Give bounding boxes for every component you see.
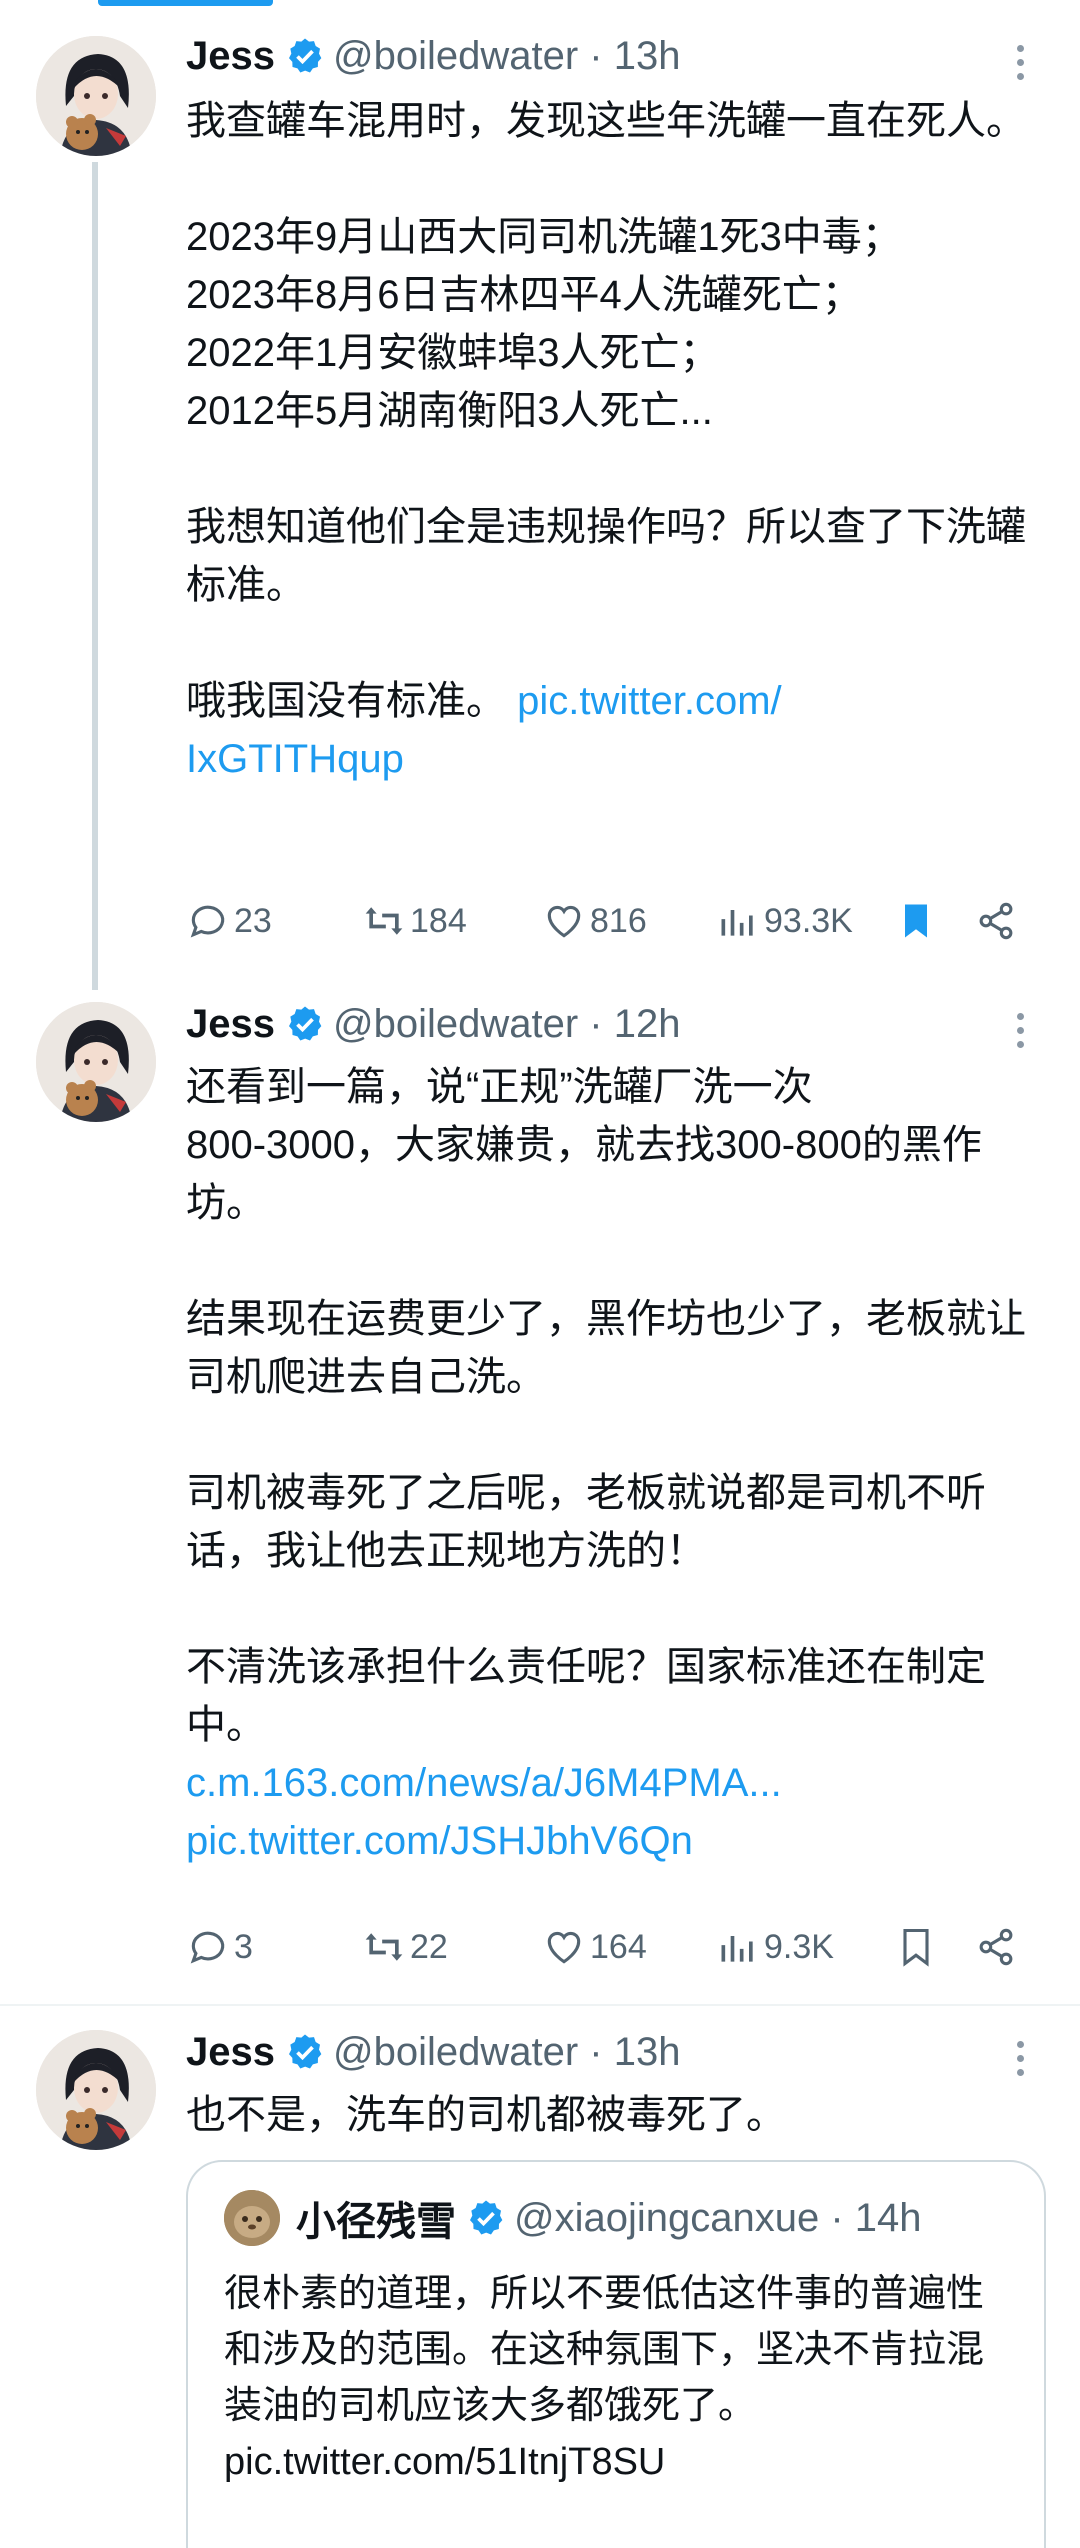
- like-count: 816: [590, 901, 647, 940]
- quoted-avatar: [224, 2190, 280, 2246]
- reply-button[interactable]: 3: [186, 1922, 253, 1972]
- tweet-divider: [0, 2004, 1080, 2006]
- verified-badge-icon: [288, 1006, 322, 1041]
- tweet-link[interactable]: pic.twitter.com/: [517, 679, 782, 723]
- share-button[interactable]: [974, 896, 1022, 946]
- quoted-author-name: 小径残雪: [296, 2200, 456, 2244]
- tweet-text: 我查罐车混用时，发现这些年洗罐一直在死人。 2023年9月山西大同司机洗罐1死3…: [186, 92, 1036, 788]
- quoted-tweet-header: 小径残雪 @xiaojingcanxue · 14h: [224, 2190, 922, 2246]
- retweet-button[interactable]: 22: [362, 1922, 448, 1972]
- author-name[interactable]: Jess: [186, 2030, 275, 2075]
- avatar[interactable]: [36, 2030, 156, 2150]
- reply-button[interactable]: 23: [186, 896, 272, 946]
- bookmark-icon: [905, 904, 927, 938]
- retweet-icon: [365, 1933, 403, 1961]
- retweet-button[interactable]: 184: [362, 896, 467, 946]
- views-icon: [721, 1936, 753, 1962]
- view-count: 9.3K: [764, 1927, 834, 1966]
- top-accent-bar: [98, 0, 273, 6]
- tweet-header: Jess @boiledwater · 13h: [186, 2022, 680, 2082]
- views-icon: [721, 910, 753, 936]
- tweet-actions: 23 184 816 93.3K: [186, 896, 1046, 946]
- author-name[interactable]: Jess: [186, 1002, 275, 1047]
- tweet-link[interactable]: IxGTITHqup: [186, 737, 404, 781]
- verified-badge-icon: [288, 38, 322, 73]
- retweet-count: 22: [410, 1927, 448, 1966]
- like-count: 164: [590, 1927, 647, 1966]
- share-icon: [979, 902, 1013, 940]
- quoted-author-handle-and-time: @xiaojingcanxue · 14h: [514, 2195, 922, 2240]
- views-button[interactable]: 9.3K: [716, 1922, 834, 1972]
- like-button[interactable]: 164: [542, 1922, 647, 1972]
- more-icon[interactable]: [1010, 45, 1030, 95]
- bookmark-button[interactable]: [894, 1922, 942, 1972]
- author-name[interactable]: Jess: [186, 34, 275, 79]
- views-button[interactable]: 93.3K: [716, 896, 853, 946]
- like-icon: [547, 905, 581, 938]
- reply-count: 23: [234, 901, 272, 940]
- tweet-text: 也不是，洗车的司机都被毒死了。: [186, 2086, 1036, 2144]
- tweet-text-content: 我查罐车混用时，发现这些年洗罐一直在死人。 2023年9月山西大同司机洗罐1死3…: [186, 99, 1026, 723]
- quoted-tweet[interactable]: 小径残雪 @xiaojingcanxue · 14h 很朴素的道理，所以不要低估…: [186, 2160, 1046, 2548]
- tweet-header: Jess @boiledwater · 13h: [186, 26, 680, 86]
- more-icon[interactable]: [1010, 2041, 1030, 2091]
- tweet-header: Jess @boiledwater · 12h: [186, 994, 680, 1054]
- retweet-count: 184: [410, 901, 467, 940]
- author-handle-and-time[interactable]: @boiledwater · 13h: [333, 34, 680, 79]
- like-icon: [547, 1931, 581, 1964]
- tweet-actions: 3 22 164 9.3K: [186, 1922, 1046, 1972]
- view-count: 93.3K: [764, 901, 853, 940]
- tweet-text-content: 还看到一篇，说“正规”洗罐厂洗一次 800-3000，大家嫌贵，就去找300-8…: [186, 1065, 1026, 1747]
- bookmark-button[interactable]: [894, 896, 942, 946]
- verified-badge-icon: [470, 2200, 503, 2235]
- quoted-tweet-text: 很朴素的道理，所以不要低估这件事的普遍性和涉及的范围。在这种氛围下，坚决不肯拉混…: [224, 2266, 1014, 2490]
- more-icon[interactable]: [1010, 1013, 1030, 1063]
- reply-icon: [190, 1931, 225, 1964]
- tweet-link[interactable]: pic.twitter.com/JSHJbhV6Qn: [186, 1819, 693, 1863]
- retweet-icon: [365, 907, 403, 935]
- bookmark-icon: [903, 1928, 929, 1967]
- verified-badge-icon: [288, 2034, 322, 2069]
- share-button[interactable]: [974, 1922, 1022, 1972]
- thread-connector-line: [92, 162, 98, 990]
- avatar[interactable]: [36, 1002, 156, 1122]
- tweet-link[interactable]: c.m.163.com/news/a/J6M4PMA...: [186, 1761, 782, 1805]
- reply-count: 3: [234, 1927, 253, 1966]
- reply-icon: [190, 905, 225, 938]
- share-icon: [979, 1928, 1013, 1966]
- tweet-text: 还看到一篇，说“正规”洗罐厂洗一次 800-3000，大家嫌贵，就去找300-8…: [186, 1058, 1036, 1870]
- author-handle-and-time[interactable]: @boiledwater · 13h: [333, 2030, 680, 2075]
- avatar[interactable]: [36, 36, 156, 156]
- quoted-text-content: 很朴素的道理，所以不要低估这件事的普遍性和涉及的范围。在这种氛围下，坚决不肯拉混…: [224, 2273, 985, 2427]
- like-button[interactable]: 816: [542, 896, 647, 946]
- quoted-tweet-link: pic.twitter.com/51ItnjT8SU: [224, 2441, 666, 2483]
- tweet-text-content: 也不是，洗车的司机都被毒死了。: [186, 2093, 786, 2137]
- author-handle-and-time[interactable]: @boiledwater · 12h: [333, 1002, 680, 1047]
